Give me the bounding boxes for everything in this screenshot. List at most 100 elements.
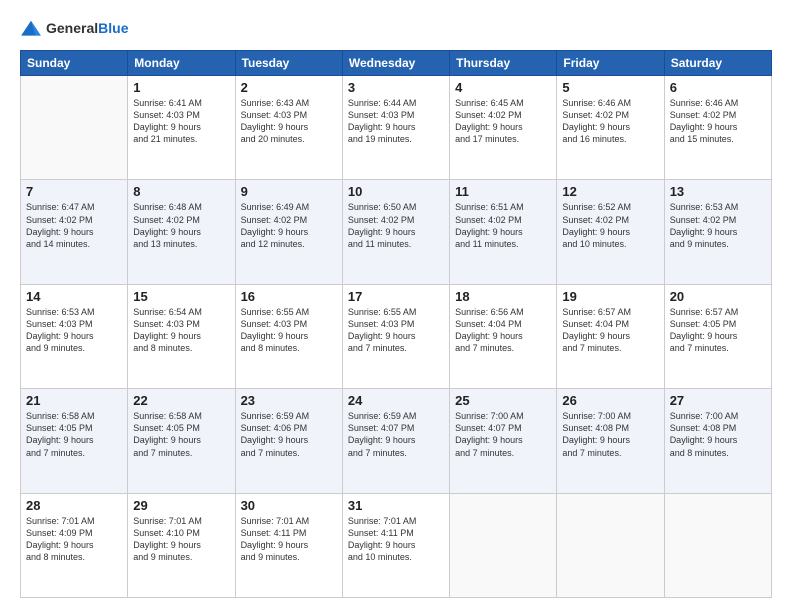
- calendar-cell: 5 Sunrise: 6:46 AMSunset: 4:02 PMDaylight…: [557, 76, 664, 180]
- calendar-cell: 26 Sunrise: 7:00 AMSunset: 4:08 PMDayligh…: [557, 389, 664, 493]
- day-info: Sunrise: 6:53 AMSunset: 4:02 PMDaylight:…: [670, 201, 766, 250]
- day-number: 2: [241, 80, 337, 95]
- calendar-cell: 11Sunrise: 6:51 AMSunset: 4:02 PMDayligh…: [450, 180, 557, 284]
- calendar-cell: [557, 493, 664, 597]
- day-info: Sunrise: 6:53 AMSunset: 4:03 PMDaylight:…: [26, 306, 122, 355]
- calendar-cell: 27 Sunrise: 7:00 AMSunset: 4:08 PMDayligh…: [664, 389, 771, 493]
- day-number: 21: [26, 393, 122, 408]
- day-number: 8: [133, 184, 229, 199]
- calendar-cell: 28 Sunrise: 7:01 AMSunset: 4:09 PMDayligh…: [21, 493, 128, 597]
- calendar-cell: 3 Sunrise: 6:44 AMSunset: 4:03 PMDaylight…: [342, 76, 449, 180]
- calendar-cell: 9 Sunrise: 6:49 AMSunset: 4:02 PMDaylight…: [235, 180, 342, 284]
- day-info: Sunrise: 6:52 AMSunset: 4:02 PMDaylight:…: [562, 201, 658, 250]
- logo-text-blue: Blue: [98, 20, 128, 36]
- calendar-cell: 19 Sunrise: 6:57 AMSunset: 4:04 PMDayligh…: [557, 284, 664, 388]
- calendar-header-saturday: Saturday: [664, 51, 771, 76]
- day-info: Sunrise: 6:46 AMSunset: 4:02 PMDaylight:…: [562, 97, 658, 146]
- day-number: 27: [670, 393, 766, 408]
- calendar-cell: 25Sunrise: 7:00 AMSunset: 4:07 PMDayligh…: [450, 389, 557, 493]
- calendar-cell: 31 Sunrise: 7:01 AMSunset: 4:11 PMDayligh…: [342, 493, 449, 597]
- calendar-week-row: 21 Sunrise: 6:58 AMSunset: 4:05 PMDayligh…: [21, 389, 772, 493]
- calendar-cell: 29 Sunrise: 7:01 AMSunset: 4:10 PMDayligh…: [128, 493, 235, 597]
- day-info: Sunrise: 7:00 AMSunset: 4:08 PMDaylight:…: [562, 410, 658, 459]
- logo-icon: [20, 18, 42, 40]
- calendar-cell: 6Sunrise: 6:46 AMSunset: 4:02 PMDaylight…: [664, 76, 771, 180]
- day-number: 10: [348, 184, 444, 199]
- calendar-cell: 13 Sunrise: 6:53 AMSunset: 4:02 PMDayligh…: [664, 180, 771, 284]
- logo: GeneralBlue: [20, 18, 128, 40]
- calendar-cell: 17Sunrise: 6:55 AMSunset: 4:03 PMDayligh…: [342, 284, 449, 388]
- day-number: 5: [562, 80, 658, 95]
- day-number: 30: [241, 498, 337, 513]
- calendar-cell: 10 Sunrise: 6:50 AMSunset: 4:02 PMDayligh…: [342, 180, 449, 284]
- day-info: Sunrise: 6:54 AMSunset: 4:03 PMDaylight:…: [133, 306, 229, 355]
- day-number: 9: [241, 184, 337, 199]
- day-number: 18: [455, 289, 551, 304]
- day-info: Sunrise: 6:59 AMSunset: 4:06 PMDaylight:…: [241, 410, 337, 459]
- calendar-cell: 18Sunrise: 6:56 AMSunset: 4:04 PMDayligh…: [450, 284, 557, 388]
- calendar-cell: 8 Sunrise: 6:48 AMSunset: 4:02 PMDaylight…: [128, 180, 235, 284]
- day-info: Sunrise: 6:48 AMSunset: 4:02 PMDaylight:…: [133, 201, 229, 250]
- calendar-cell: 16 Sunrise: 6:55 AMSunset: 4:03 PMDayligh…: [235, 284, 342, 388]
- day-number: 29: [133, 498, 229, 513]
- day-info: Sunrise: 6:58 AMSunset: 4:05 PMDaylight:…: [26, 410, 122, 459]
- calendar-cell: 4 Sunrise: 6:45 AMSunset: 4:02 PMDaylight…: [450, 76, 557, 180]
- calendar-week-row: 1 Sunrise: 6:41 AMSunset: 4:03 PMDaylight…: [21, 76, 772, 180]
- day-info: Sunrise: 7:01 AMSunset: 4:10 PMDaylight:…: [133, 515, 229, 564]
- day-info: Sunrise: 7:00 AMSunset: 4:08 PMDaylight:…: [670, 410, 766, 459]
- calendar-cell: 20Sunrise: 6:57 AMSunset: 4:05 PMDayligh…: [664, 284, 771, 388]
- day-number: 1: [133, 80, 229, 95]
- day-number: 15: [133, 289, 229, 304]
- day-number: 22: [133, 393, 229, 408]
- day-number: 7: [26, 184, 122, 199]
- day-number: 19: [562, 289, 658, 304]
- calendar-header-monday: Monday: [128, 51, 235, 76]
- day-number: 31: [348, 498, 444, 513]
- calendar-cell: 1 Sunrise: 6:41 AMSunset: 4:03 PMDaylight…: [128, 76, 235, 180]
- calendar-header-sunday: Sunday: [21, 51, 128, 76]
- day-number: 28: [26, 498, 122, 513]
- calendar-cell: 22 Sunrise: 6:58 AMSunset: 4:05 PMDayligh…: [128, 389, 235, 493]
- day-info: Sunrise: 7:01 AMSunset: 4:11 PMDaylight:…: [241, 515, 337, 564]
- day-info: Sunrise: 6:57 AMSunset: 4:05 PMDaylight:…: [670, 306, 766, 355]
- day-number: 12: [562, 184, 658, 199]
- calendar-cell: 2 Sunrise: 6:43 AMSunset: 4:03 PMDaylight…: [235, 76, 342, 180]
- day-info: Sunrise: 6:58 AMSunset: 4:05 PMDaylight:…: [133, 410, 229, 459]
- day-info: Sunrise: 6:55 AMSunset: 4:03 PMDaylight:…: [241, 306, 337, 355]
- calendar-cell: 14 Sunrise: 6:53 AMSunset: 4:03 PMDayligh…: [21, 284, 128, 388]
- calendar-week-row: 28 Sunrise: 7:01 AMSunset: 4:09 PMDayligh…: [21, 493, 772, 597]
- day-info: Sunrise: 6:49 AMSunset: 4:02 PMDaylight:…: [241, 201, 337, 250]
- calendar-cell: 15 Sunrise: 6:54 AMSunset: 4:03 PMDayligh…: [128, 284, 235, 388]
- day-info: Sunrise: 6:50 AMSunset: 4:02 PMDaylight:…: [348, 201, 444, 250]
- day-info: Sunrise: 6:59 AMSunset: 4:07 PMDaylight:…: [348, 410, 444, 459]
- day-number: 24: [348, 393, 444, 408]
- day-number: 25: [455, 393, 551, 408]
- calendar-cell: [21, 76, 128, 180]
- day-info: Sunrise: 6:55 AMSunset: 4:03 PMDaylight:…: [348, 306, 444, 355]
- day-info: Sunrise: 6:44 AMSunset: 4:03 PMDaylight:…: [348, 97, 444, 146]
- calendar-week-row: 7Sunrise: 6:47 AMSunset: 4:02 PMDaylight…: [21, 180, 772, 284]
- day-number: 23: [241, 393, 337, 408]
- day-number: 14: [26, 289, 122, 304]
- day-info: Sunrise: 6:57 AMSunset: 4:04 PMDaylight:…: [562, 306, 658, 355]
- day-info: Sunrise: 6:45 AMSunset: 4:02 PMDaylight:…: [455, 97, 551, 146]
- day-info: Sunrise: 6:43 AMSunset: 4:03 PMDaylight:…: [241, 97, 337, 146]
- calendar-header-row: SundayMondayTuesdayWednesdayThursdayFrid…: [21, 51, 772, 76]
- day-info: Sunrise: 6:41 AMSunset: 4:03 PMDaylight:…: [133, 97, 229, 146]
- day-info: Sunrise: 6:46 AMSunset: 4:02 PMDaylight:…: [670, 97, 766, 146]
- calendar-header-friday: Friday: [557, 51, 664, 76]
- day-number: 3: [348, 80, 444, 95]
- day-info: Sunrise: 7:01 AMSunset: 4:11 PMDaylight:…: [348, 515, 444, 564]
- calendar-cell: [450, 493, 557, 597]
- day-number: 16: [241, 289, 337, 304]
- day-number: 4: [455, 80, 551, 95]
- calendar-week-row: 14 Sunrise: 6:53 AMSunset: 4:03 PMDayligh…: [21, 284, 772, 388]
- calendar-cell: [664, 493, 771, 597]
- day-number: 13: [670, 184, 766, 199]
- day-info: Sunrise: 7:01 AMSunset: 4:09 PMDaylight:…: [26, 515, 122, 564]
- day-info: Sunrise: 6:51 AMSunset: 4:02 PMDaylight:…: [455, 201, 551, 250]
- calendar-header-thursday: Thursday: [450, 51, 557, 76]
- calendar-cell: 23 Sunrise: 6:59 AMSunset: 4:06 PMDayligh…: [235, 389, 342, 493]
- day-number: 26: [562, 393, 658, 408]
- calendar-header-wednesday: Wednesday: [342, 51, 449, 76]
